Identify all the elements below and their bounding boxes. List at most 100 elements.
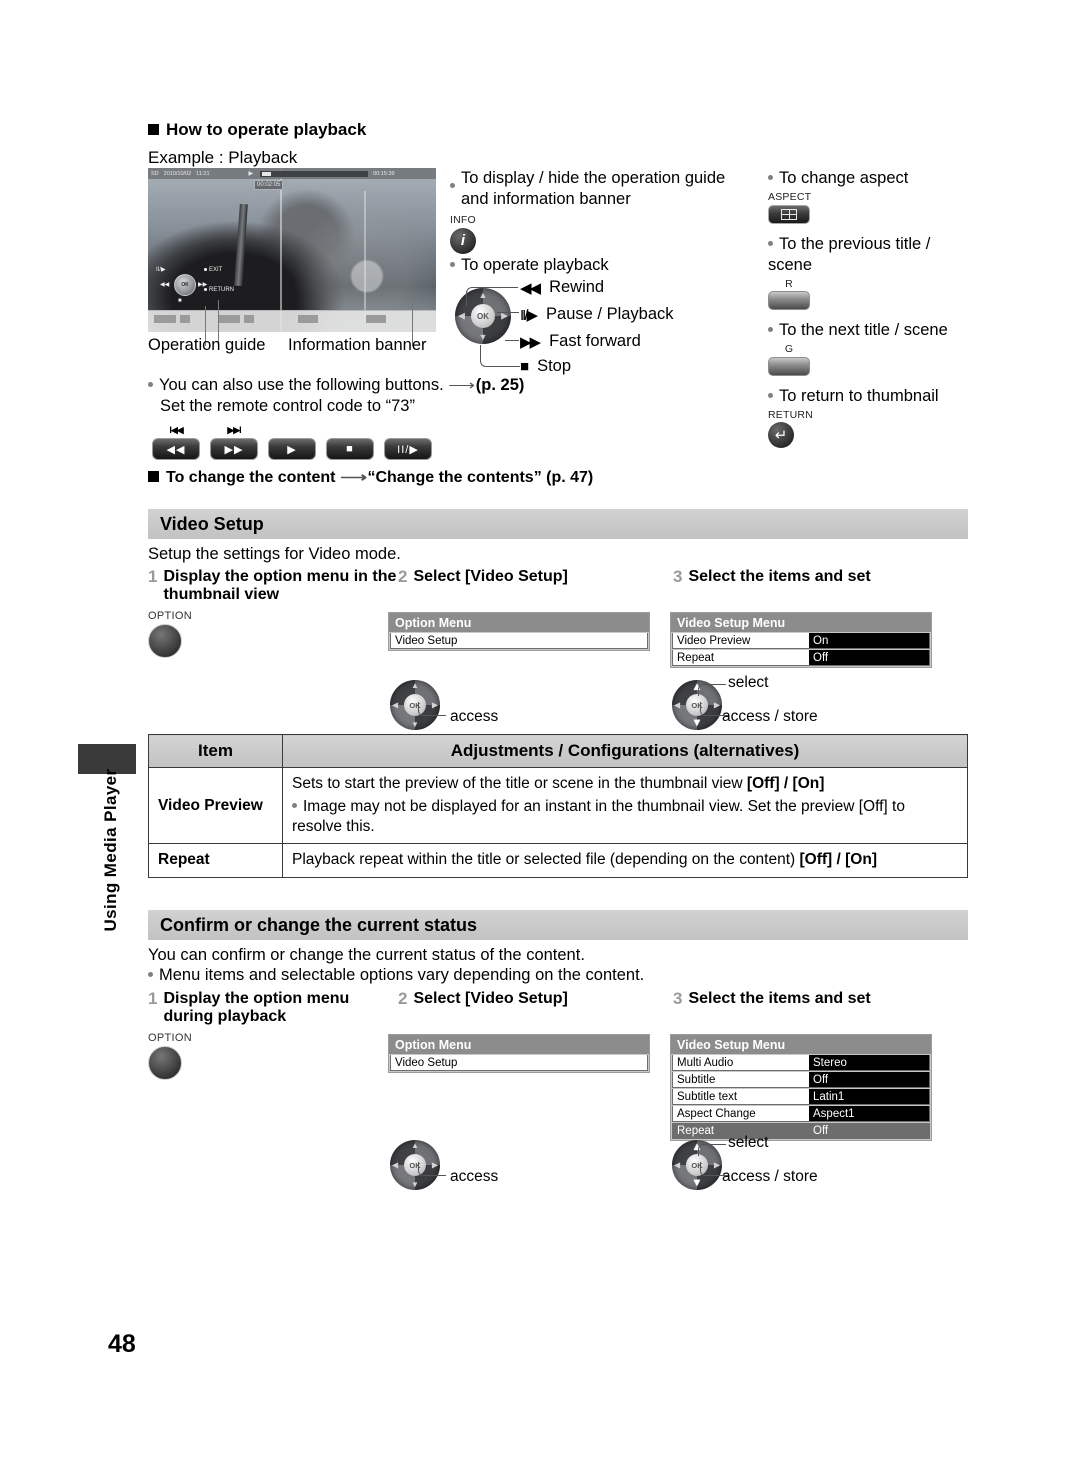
banner-current-time: 00:02:05 (254, 180, 284, 190)
connector-pause (497, 312, 519, 313)
video-setup-menu-1-title: Video Setup Menu (671, 613, 931, 632)
remote-button-rewind[interactable]: ◀◀ (152, 438, 200, 460)
vp-main-text: Sets to start the preview of the title o… (292, 775, 743, 792)
step-2-cc-label: Select [Video Setup] (413, 990, 568, 1007)
green-button-label: G (784, 343, 794, 356)
row-value-aspect-change[interactable]: Aspect1 (809, 1106, 929, 1121)
bullet-dot-icon-7 (768, 392, 773, 398)
bullet-dot-icon-8 (292, 803, 297, 809)
callout-access-store-1: access / store (722, 708, 818, 725)
top-section: How to operate playback Example : Playba… (148, 120, 968, 174)
legend-info-text: To display / hide the operation guide an… (461, 169, 726, 209)
table-header-item: Item (148, 734, 283, 768)
callout-select-1: select (728, 674, 769, 691)
bullet-dot-icon-3 (450, 262, 455, 267)
legend-row-stop-label: Stop (537, 357, 572, 375)
callout-access-1: access (450, 708, 499, 725)
step-2-cc-number: 2 (398, 989, 408, 1008)
legend-aspect-item: To change aspect ASPECT (768, 168, 973, 224)
dpad-left-arrow-icon-d: ◀ (674, 1160, 681, 1170)
dpad-ok-button[interactable]: OK (471, 304, 495, 328)
row-value-subtitle-text[interactable]: Latin1 (809, 1089, 929, 1104)
table-header-adjustments: Adjustments / Configurations (alternativ… (282, 734, 968, 768)
remote-button-pause-wrap[interactable]: II/▶ (384, 436, 432, 460)
option-button-label-1: OPTION (148, 610, 192, 622)
remote-button-skip-back[interactable]: I◀◀ ◀◀ (152, 425, 200, 460)
bullet-dot-icon-2 (450, 183, 455, 188)
video-setup-menu-1-row-repeat[interactable]: Repeat Off (672, 650, 930, 666)
option-button-group-1[interactable]: OPTION (148, 610, 192, 658)
caption-information-banner: Information banner (288, 336, 427, 354)
remote-button-stop-wrap[interactable]: ■ (326, 436, 374, 460)
bullet-square-icon-2 (148, 471, 159, 482)
option-menu-1[interactable]: Option Menu Video Setup (388, 612, 650, 651)
vp-note-text: Image may not be displayed for an instan… (292, 798, 905, 836)
page-number: 48 (108, 1330, 136, 1358)
row-subtitle[interactable]: Subtitle Off (672, 1072, 930, 1088)
row-subtitle-text[interactable]: Subtitle text Latin1 (672, 1089, 930, 1105)
green-button[interactable] (768, 356, 810, 376)
remote-button-skip-fwd-top: ▶▶I (227, 425, 241, 435)
banner-source: SD (151, 170, 159, 177)
step-1-vs-number: 1 (148, 567, 158, 586)
table-row: Repeat Playback repeat within the title … (148, 843, 968, 878)
video-setup-menu-1-row-preview[interactable]: Video Preview On (672, 633, 930, 649)
option-menu-1-title: Option Menu (389, 613, 649, 632)
bullet-dot-icon-9 (148, 972, 153, 977)
remote-button-play[interactable]: ▶ (268, 438, 316, 460)
row-multi-audio[interactable]: Multi Audio Stereo (672, 1055, 930, 1071)
info-button-group[interactable]: INFO i (450, 214, 750, 254)
row-aspect-change[interactable]: Aspect Change Aspect1 (672, 1106, 930, 1122)
bullet-dot-icon-4 (768, 175, 773, 180)
remote-button-fast-forward[interactable]: ▶▶ (210, 438, 258, 460)
option-menu-1-row[interactable]: Video Setup (390, 633, 648, 649)
banner-play-icon: ▶ (248, 171, 254, 177)
row-value-repeat[interactable]: Off (809, 650, 929, 665)
red-button[interactable] (768, 291, 810, 311)
video-setup-menu-1[interactable]: Video Setup Menu Video Preview On Repeat… (670, 612, 932, 668)
aspect-button[interactable] (768, 204, 810, 224)
callout-line-access-2 (418, 1162, 446, 1176)
table-row-item-video-preview: Video Preview (148, 766, 283, 845)
video-setup-menu-2-title: Video Setup Menu (671, 1035, 931, 1054)
return-icon[interactable]: ↵ (768, 422, 794, 449)
information-banner: SD 2010/10/02 11:21 ▶ 00:15:39 (148, 168, 436, 179)
legend-row-pause: II/▶ Pause / Playback (520, 305, 674, 324)
example-label: Example : Playback (148, 148, 298, 167)
dpad-left-arrow-icon: ◀ (458, 310, 465, 321)
step-2-vs-label: Select [Video Setup] (413, 568, 568, 585)
row-value-repeat-2[interactable]: Off (809, 1123, 929, 1138)
step-1-vs-label: Display the option menu in the thumbnail… (163, 568, 397, 603)
remote-button-skip-fwd[interactable]: ▶▶I ▶▶ (210, 425, 258, 460)
option-menu-2[interactable]: Option Menu Video Setup (388, 1034, 650, 1073)
table-row-desc-video-preview: Sets to start the preview of the title o… (282, 766, 968, 845)
aspect-button-label: ASPECT (768, 191, 812, 204)
remote-button-play-wrap[interactable]: ▶ (268, 436, 316, 460)
overlay-dpad-icon: OK (174, 274, 196, 296)
option-button-group-2[interactable]: OPTION (148, 1032, 192, 1080)
option-button-2[interactable] (148, 1046, 182, 1080)
info-icon[interactable]: i (450, 227, 476, 254)
legend-next-item: To the next title / scene G (768, 320, 973, 376)
option-menu-2-row[interactable]: Video Setup (390, 1055, 648, 1071)
video-setup-description: Setup the settings for Video mode. (148, 545, 401, 563)
step-2-vs: 2 Select [Video Setup] (398, 568, 673, 604)
row-repeat-selected[interactable]: Repeat Off (672, 1123, 930, 1139)
row-key-repeat: Repeat (673, 650, 809, 665)
also-use-page-ref: (p. 25) (475, 376, 525, 394)
settings-table: Item Adjustments / Configurations (alter… (148, 734, 968, 878)
row-key-aspect-change: Aspect Change (673, 1106, 809, 1121)
legend-info-block: To display / hide the operation guide an… (450, 168, 750, 254)
banner-date: 2010/10/02 (163, 170, 192, 177)
remote-button-pause-play[interactable]: II/▶ (384, 438, 432, 460)
video-setup-menu-2[interactable]: Video Setup Menu Multi Audio Stereo Subt… (670, 1034, 932, 1141)
legend-operate-text: To operate playback (461, 256, 609, 274)
step-2-vs-number: 2 (398, 567, 408, 586)
row-value-subtitle[interactable]: Off (809, 1072, 929, 1087)
row-value-video-preview[interactable]: On (809, 633, 929, 648)
option-button-1[interactable] (148, 624, 182, 658)
row-value-multi-audio[interactable]: Stereo (809, 1055, 929, 1070)
remote-button-stop[interactable]: ■ (326, 438, 374, 460)
dpad-down-arrow-icon: ▼ (478, 332, 488, 342)
how-to-operate-heading: How to operate playback (148, 120, 968, 140)
